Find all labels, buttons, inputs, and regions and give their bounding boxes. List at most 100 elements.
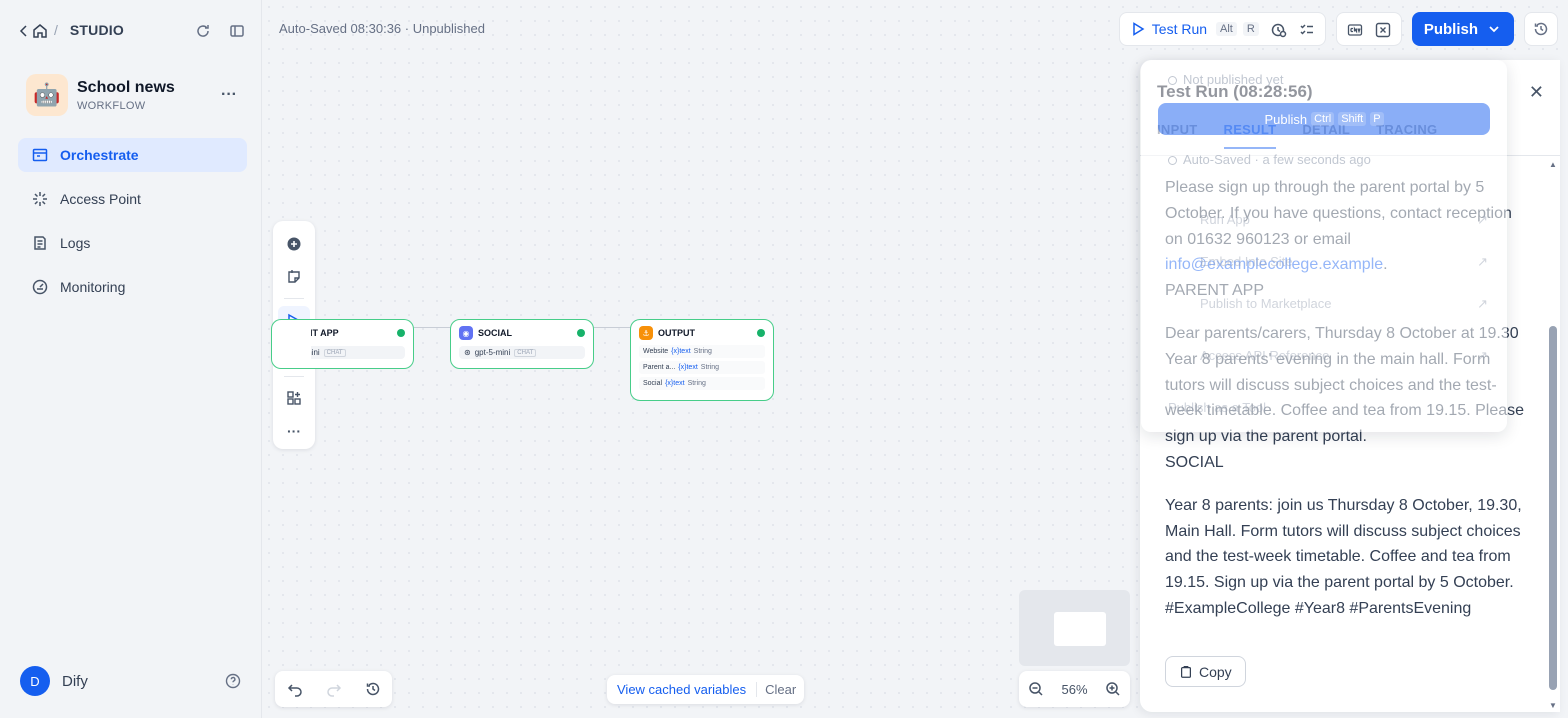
app-type: WORKFLOW [77,99,146,112]
user-menu[interactable]: D Dify [20,666,241,696]
var-name: Parent a... [643,364,676,371]
cached-variables-bar: View cached variables Clear [607,675,805,704]
var-type: String [687,380,706,387]
sidebar-item-label: Monitoring [60,279,126,295]
minimap[interactable] [1019,590,1130,666]
tab-tracing[interactable]: TRACING [1376,122,1437,149]
user-name: Dify [62,672,88,690]
app-card[interactable]: 🤖 School news WORKFLOW ··· [26,72,245,118]
orchestrate-icon [32,148,48,162]
sidebar: / STUDIO 🤖 School news WORKFLOW ··· Orch… [0,0,262,718]
history-icon [1534,22,1548,36]
clear-button[interactable]: Clear [756,682,804,697]
panel-tabs: INPUT RESULT DETAIL TRACING [1157,122,1437,149]
ellipsis-icon: ··· [287,423,301,440]
play-icon [1133,22,1145,36]
shortcut-key: Alt [1216,22,1237,36]
clipboard-icon [1181,665,1191,678]
scroll-up-icon[interactable]: ▲ [1549,160,1557,169]
result-text: Please sign up through the parent portal… [1165,175,1533,622]
checklist-icon[interactable] [1299,20,1315,37]
history-icon[interactable] [365,680,381,698]
workflow-node-parent-app[interactable]: ENT APP mini CHAT [300,319,414,369]
add-note-button[interactable] [278,262,310,292]
panel-toggle-icon[interactable] [229,21,245,38]
studio-label[interactable]: STUDIO [70,22,124,38]
node-model: gpt-5-mini [474,348,511,357]
copy-button[interactable]: Copy [1165,656,1246,687]
close-icon[interactable]: ✕ [1529,82,1544,103]
view-cached-variables-link[interactable]: View cached variables [607,682,756,697]
more-icon[interactable]: ··· [221,86,237,104]
sidebar-item-monitoring[interactable]: Monitoring [18,270,247,304]
breadcrumb-separator: / [54,22,58,38]
result-paragraph: Year 8 parents: join us Thursday 8 Octob… [1165,496,1522,617]
env-icon[interactable] [1347,20,1363,37]
scrollbar-thumb[interactable] [1549,326,1557,690]
result-paragraph: Please sign up through the parent portal… [1165,179,1512,274]
publish-button[interactable]: Publish [1411,12,1514,46]
result-heading: PARENT APP [1165,282,1264,300]
undo-icon[interactable] [287,680,303,698]
app-name: School news [77,78,175,96]
sidebar-nav: Orchestrate Access Point Logs Monitoring [18,138,247,314]
run-tools-group: Test Run Alt R [1118,12,1326,46]
note-icon [288,269,300,283]
zoom-in-icon[interactable] [1105,681,1121,698]
workflow-node-output[interactable]: ⚓ OUTPUT Website {x}text String Parent a… [630,319,774,401]
refresh-icon[interactable] [195,21,211,38]
end-node-icon: ⚓ [639,326,653,340]
more-options-button[interactable]: ··· [278,416,310,446]
sidebar-item-logs[interactable]: Logs [18,226,247,260]
scroll-down-icon[interactable]: ▼ [1549,701,1557,710]
redo-icon[interactable] [326,680,342,698]
result-paragraph: Dear parents/carers, Thursday 8 October … [1165,324,1525,446]
plus-circle-icon [287,237,301,251]
var-name: Website [643,348,669,355]
add-node-button[interactable] [278,229,310,259]
scrollbar[interactable]: ▲ ▼ [1549,160,1557,710]
variables-icon[interactable] [1375,20,1391,37]
chevron-down-icon [1489,26,1499,33]
zoom-out-icon[interactable] [1028,681,1044,698]
model-icon: ⊛ [464,348,471,357]
test-run-label: Test Run [1151,21,1208,37]
sidebar-item-label: Logs [60,235,91,251]
success-status-icon [577,329,585,337]
publish-label: Publish [1423,20,1478,38]
workflow-node-social[interactable]: ◉ SOCIAL ⊛ gpt-5-mini CHAT [450,319,594,369]
node-edge [414,327,450,328]
divider [1140,155,1560,156]
checklist-clock-icon[interactable] [1271,20,1287,37]
version-history-button[interactable] [1524,12,1558,46]
node-model-row: ⊛ gpt-5-mini CHAT [459,346,585,359]
sidebar-item-orchestrate[interactable]: Orchestrate [18,138,247,172]
var-ref: {x}text [678,364,698,371]
undo-redo-bar [275,671,392,707]
panel-title: Test Run (08:28:56) [1157,82,1313,101]
email-link[interactable]: info@examplecollege.example [1165,256,1383,273]
tab-input[interactable]: INPUT [1157,122,1198,149]
organize-button[interactable] [278,384,310,414]
node-tag: CHAT [514,348,537,357]
result-heading: SOCIAL [1165,453,1224,471]
tab-detail[interactable]: DETAIL [1302,122,1350,149]
node-title: SOCIAL [478,328,513,338]
copy-label: Copy [1199,663,1232,680]
home-icon[interactable] [32,21,48,38]
sidebar-item-access-point[interactable]: Access Point [18,182,247,216]
tab-result[interactable]: RESULT [1223,122,1277,149]
minimap-viewport[interactable] [1054,612,1106,646]
top-toolbar: Test Run Alt R Publish [1118,12,1558,46]
sidebar-header: / STUDIO [16,18,245,42]
test-run-button[interactable]: Test Run Alt R [1130,21,1259,37]
back-icon[interactable] [16,21,32,38]
test-run-panel: Test Run (08:28:56) ✕ INPUT RESULT DETAI… [1140,60,1560,712]
logs-icon [34,236,46,250]
node-start-stub [271,319,311,369]
node-model-row: mini CHAT [300,346,405,359]
var-ref: {x}text [671,348,691,355]
divider [284,298,304,300]
help-icon[interactable] [225,672,241,690]
zoom-level[interactable]: 56% [1061,682,1087,697]
